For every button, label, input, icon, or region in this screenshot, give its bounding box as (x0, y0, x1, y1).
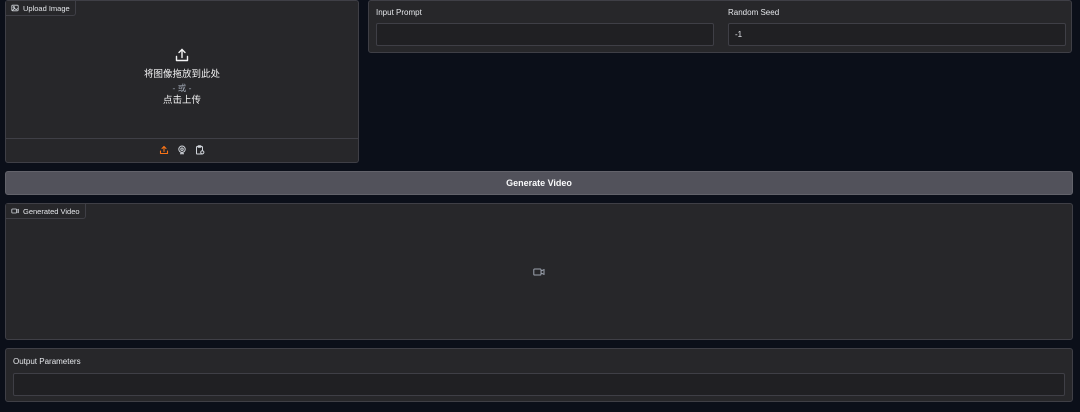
input-prompt-label: Input Prompt (376, 8, 422, 17)
upload-image-tag: Upload Image (6, 1, 76, 16)
drop-text-primary: 将图像拖放到此处 (143, 69, 220, 80)
webcam-icon (177, 145, 186, 155)
output-parameters-field[interactable] (13, 373, 1065, 396)
video-icon (11, 208, 19, 214)
drop-text-click: 点击上传 (162, 95, 201, 106)
input-prompt-field[interactable] (376, 23, 714, 46)
image-icon (11, 4, 19, 12)
source-webcam-button[interactable] (177, 145, 188, 156)
source-clipboard-button[interactable] (195, 145, 206, 156)
upload-image-tag-label: Upload Image (23, 3, 70, 13)
source-upload-button[interactable] (159, 145, 170, 156)
image-drop-zone[interactable]: 将图像拖放到此处 - 或 - 点击上传 (6, 16, 358, 139)
random-seed-field[interactable] (728, 23, 1066, 46)
generate-video-button[interactable]: Generate Video (5, 171, 1073, 195)
output-parameters-panel: Output Parameters (5, 348, 1073, 402)
inputs-panel: Input Prompt Random Seed (368, 0, 1072, 53)
generated-video-panel: Generated Video (5, 203, 1073, 340)
upload-icon (175, 48, 189, 62)
drop-text-or: - 或 - (172, 83, 192, 93)
random-seed-label: Random Seed (728, 8, 780, 17)
video-placeholder-icon (533, 268, 545, 276)
upload-icon (159, 145, 168, 155)
clipboard-icon (195, 145, 204, 155)
upload-image-panel: Upload Image 将图像拖放到此处 - 或 - 点击上传 (5, 0, 359, 163)
generated-video-tag: Generated Video (6, 204, 86, 219)
source-selector (6, 138, 358, 162)
generated-video-tag-label: Generated Video (23, 206, 80, 216)
output-parameters-label: Output Parameters (13, 357, 81, 366)
